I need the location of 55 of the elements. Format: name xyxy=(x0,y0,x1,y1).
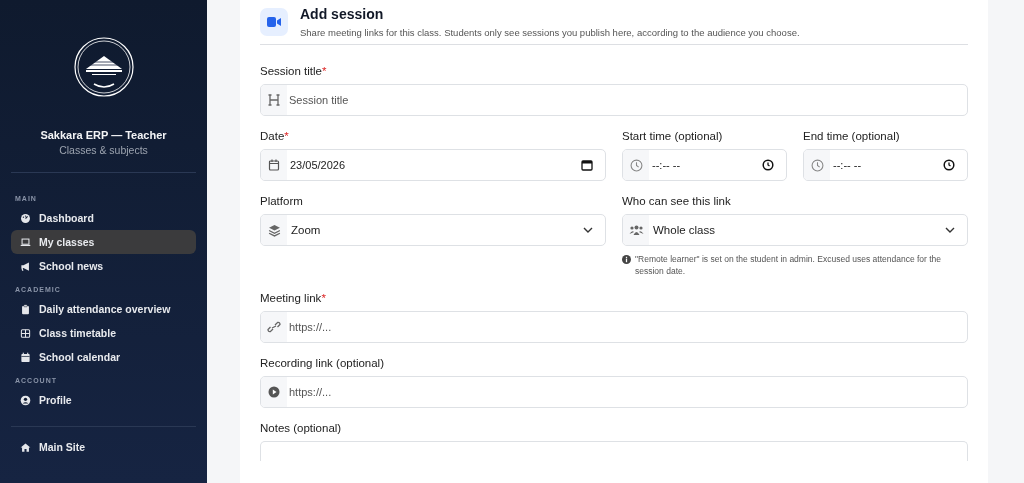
nav-item[interactable]: Profile xyxy=(11,388,196,412)
gauge-icon xyxy=(20,212,31,224)
nav-item[interactable]: Daily attendance overview xyxy=(11,297,196,321)
field-label: End time (optional) xyxy=(803,130,901,142)
chevron-down-icon xyxy=(583,227,593,233)
date-field[interactable]: 23/05/2026 xyxy=(260,149,606,181)
notes-field[interactable] xyxy=(260,440,968,461)
time-field[interactable]: --:-- -- xyxy=(803,149,968,181)
input-field[interactable]: https://... xyxy=(260,310,968,343)
brand-subtitle: Classes & subjects xyxy=(58,144,149,156)
nav-item[interactable]: School calendar xyxy=(11,345,196,369)
laptop-icon xyxy=(20,236,31,248)
school-logo-drawing xyxy=(73,37,134,97)
calendar-icon[interactable] xyxy=(581,159,593,171)
field-hint: "Remote learner" is set on the student in admin. Excused uses attendance for the session date. xyxy=(635,253,943,278)
input-field[interactable]: Session title xyxy=(260,84,968,116)
brand-title: Sakkara ERP — Teacher xyxy=(39,129,168,141)
clock-icon xyxy=(629,158,643,172)
home-icon xyxy=(20,441,31,453)
field-label: Session title* xyxy=(260,65,328,77)
input-field[interactable]: https://... xyxy=(260,375,968,408)
table-grid-icon xyxy=(20,327,31,339)
play-icon xyxy=(268,385,280,398)
clock-icon[interactable] xyxy=(943,159,955,171)
user-circle-icon xyxy=(20,394,31,406)
chevron-down-icon xyxy=(945,227,955,233)
calendar-icon xyxy=(268,159,280,171)
nav-item[interactable]: School news xyxy=(11,254,196,278)
form-title: Add session xyxy=(300,6,385,22)
field-label: Recording link (optional) xyxy=(260,356,385,369)
info-icon xyxy=(622,255,631,264)
people-icon xyxy=(628,224,644,236)
nav-item[interactable]: Main Site xyxy=(11,435,196,459)
megaphone-icon xyxy=(20,260,31,272)
link-icon xyxy=(267,320,281,333)
form-description: Share meeting links for this class. Students only see sessions you publish here, according to the audience you choose. xyxy=(300,27,800,38)
clock-icon[interactable] xyxy=(762,159,774,171)
nav-item[interactable]: Class timetable xyxy=(11,321,196,345)
heading-icon xyxy=(268,94,280,106)
select-field[interactable]: Whole class xyxy=(622,214,968,246)
field-label: Date* xyxy=(260,130,290,142)
nav-item[interactable]: Dashboard xyxy=(11,206,196,230)
clock-icon xyxy=(810,158,824,172)
calendar-icon xyxy=(20,351,31,363)
video-camera-icon xyxy=(260,8,288,36)
nav-item[interactable]: My classes xyxy=(11,230,196,254)
field-label: Start time (optional) xyxy=(622,130,724,142)
field-label: Meeting link* xyxy=(260,291,327,304)
layers-icon xyxy=(267,223,281,237)
field-label: Notes (optional) xyxy=(260,421,343,434)
time-field[interactable]: --:-- -- xyxy=(622,149,787,181)
field-label: Who can see this link xyxy=(622,195,732,207)
clipboard-icon xyxy=(20,303,31,315)
select-field[interactable]: Zoom xyxy=(260,214,606,246)
field-label: Platform xyxy=(260,195,304,207)
